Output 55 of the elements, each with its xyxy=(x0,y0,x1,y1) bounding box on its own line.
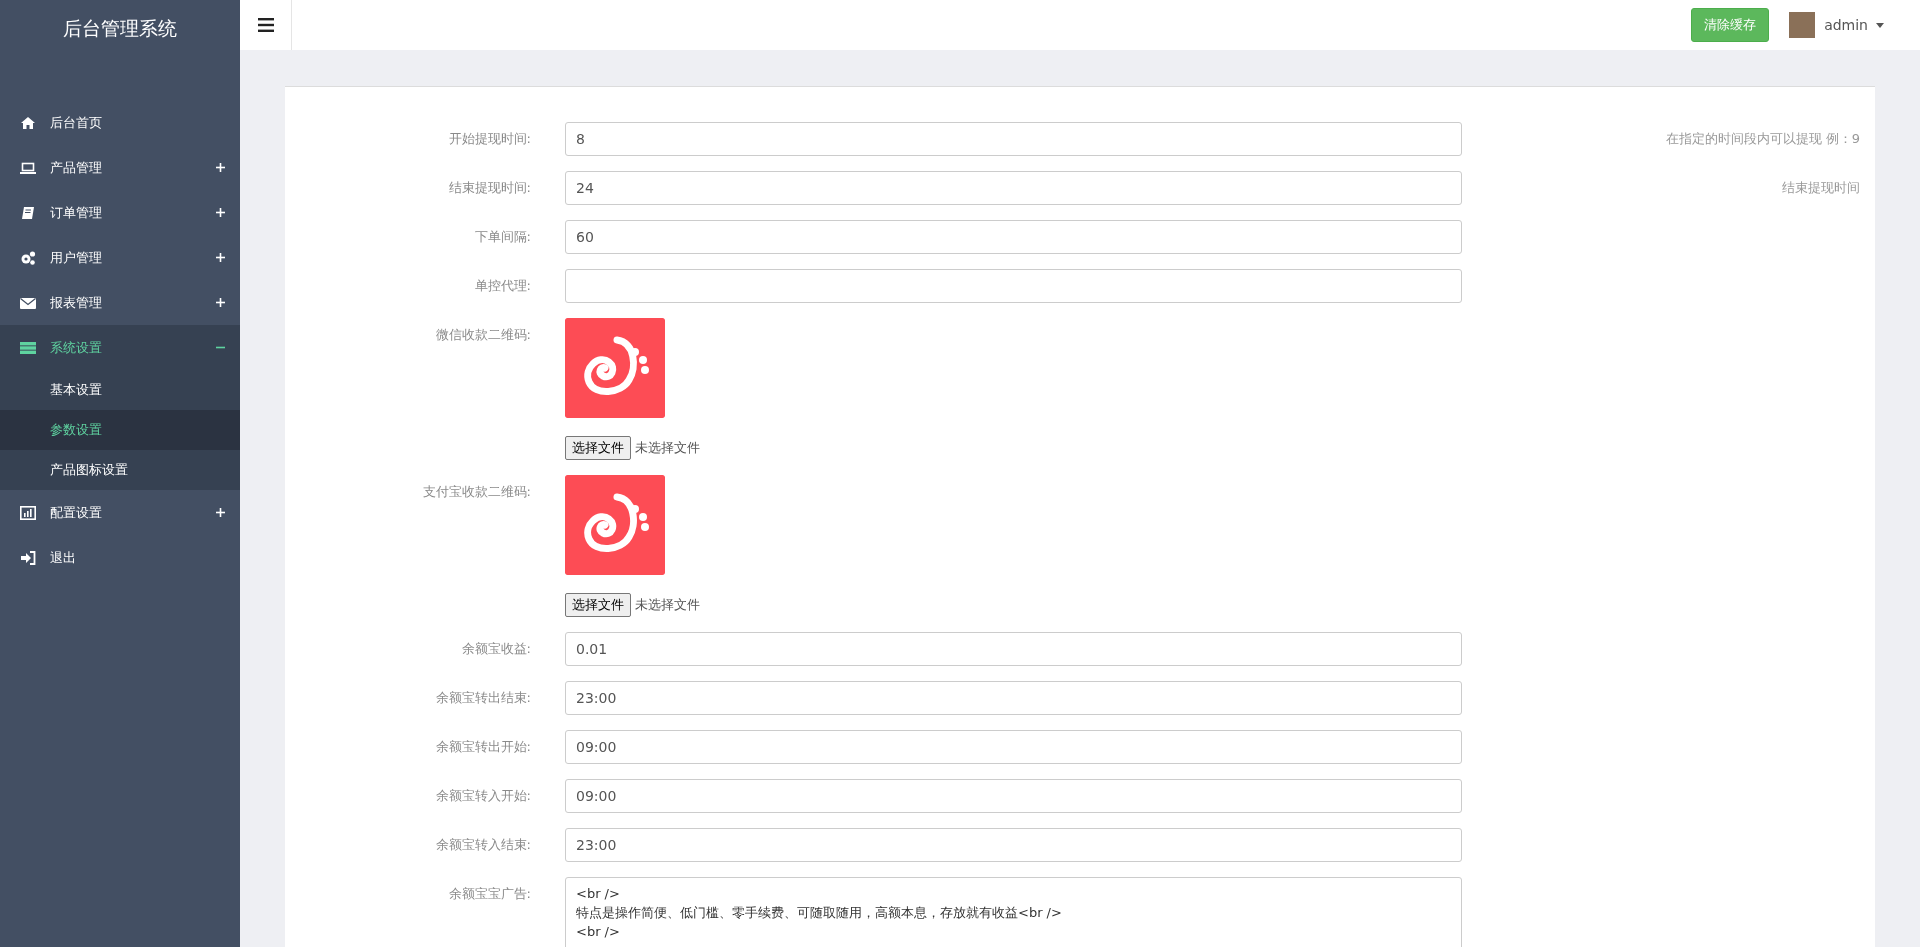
field-label: 余额宝转入开始: xyxy=(435,788,531,803)
sidebar-item[interactable]: 后台首页 xyxy=(0,100,240,145)
choose-file-button[interactable]: 选择文件 xyxy=(565,593,631,617)
input-field[interactable]: 60 xyxy=(565,220,1462,254)
file-status: 未选择文件 xyxy=(635,439,700,457)
plus-icon xyxy=(216,298,225,307)
sidebar-subitem[interactable]: 产品图标设置 xyxy=(0,450,240,490)
field-label: 余额宝宝广告: xyxy=(448,886,531,901)
gears-icon xyxy=(20,249,36,266)
field-label: 开始提现时间: xyxy=(448,131,531,146)
user-name[interactable]: admin xyxy=(1824,17,1868,33)
field-label: 余额宝收益: xyxy=(461,641,531,656)
field-label: 余额宝转出开始: xyxy=(435,739,531,754)
app-title: 后台管理系统 xyxy=(63,16,177,41)
field-hint: 在指定的时间段内可以提现 例：9 xyxy=(1665,131,1860,146)
list-icon xyxy=(20,339,36,356)
plus-icon xyxy=(216,208,225,217)
book-icon xyxy=(20,204,36,221)
field-label: 微信收款二维码: xyxy=(435,327,531,342)
sidebar-group[interactable]: 产品管理 xyxy=(0,145,240,190)
input-field[interactable]: 0.01 xyxy=(565,632,1462,666)
home-icon xyxy=(20,114,36,131)
caret-icon[interactable] xyxy=(1876,22,1884,28)
sidebar-group[interactable]: 用户管理 xyxy=(0,235,240,280)
sidebar-group[interactable]: 订单管理 xyxy=(0,190,240,235)
bar-chart-icon xyxy=(20,504,36,521)
sidebar-group[interactable]: 报表管理 xyxy=(0,280,240,325)
sidebar-group[interactable]: 配置设置 xyxy=(0,490,240,535)
input-field[interactable]: 8 xyxy=(565,122,1462,156)
field-label: 结束提现时间: xyxy=(448,180,531,195)
textarea-field[interactable]: <br /> 特点是操作简便、低门槛、零手续费、可随取随用，高额本息，存放就有收益<br /> <br /> xyxy=(565,877,1462,947)
input-field[interactable]: 09:00 xyxy=(565,779,1462,813)
field-hint: 结束提现时间 xyxy=(1782,180,1860,195)
input-field[interactable]: 23:00 xyxy=(565,681,1462,715)
field-label: 单控代理: xyxy=(474,278,531,293)
field-label: 下单间隔: xyxy=(474,229,531,244)
sidebar-group[interactable]: 系统设置 xyxy=(0,325,240,370)
field-label: 支付宝收款二维码: xyxy=(422,484,531,499)
plus-icon xyxy=(216,253,225,262)
field-label: 余额宝转出结束: xyxy=(435,690,531,705)
plus-icon xyxy=(216,163,225,172)
sidebar-subitem[interactable]: 基本设置 xyxy=(0,370,240,410)
input-field[interactable] xyxy=(565,269,1462,303)
input-field[interactable]: 23:00 xyxy=(565,828,1462,862)
field-label: 余额宝转入结束: xyxy=(435,837,531,852)
sign-in-icon xyxy=(20,549,36,566)
sidebar-item[interactable]: 退出 xyxy=(0,535,240,580)
plus-icon xyxy=(216,508,225,517)
avatar-photo-placeholder[interactable] xyxy=(1789,12,1816,38)
sidebar-subitem[interactable]: 参数设置 xyxy=(0,410,240,450)
menu-icon[interactable] xyxy=(257,18,274,32)
input-field[interactable]: 09:00 xyxy=(565,730,1462,764)
file-status: 未选择文件 xyxy=(635,596,700,614)
input-field[interactable]: 24 xyxy=(565,171,1462,205)
choose-file-button[interactable]: 选择文件 xyxy=(565,436,631,460)
